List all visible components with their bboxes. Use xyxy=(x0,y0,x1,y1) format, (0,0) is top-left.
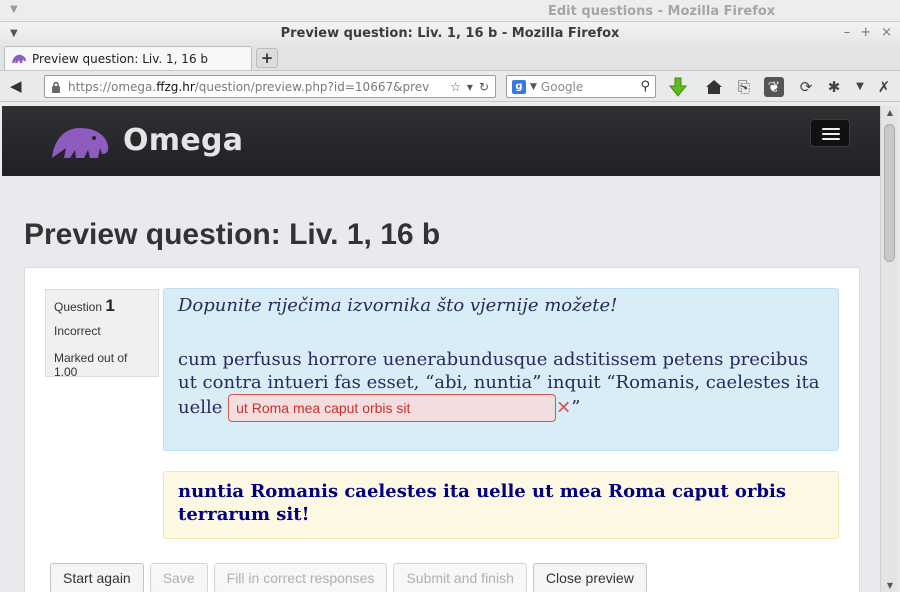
search-bar[interactable]: g ▼ Google ⚲ xyxy=(506,75,656,98)
evernote-icon[interactable]: ❦ xyxy=(764,77,784,97)
search-icon[interactable]: ⚲ xyxy=(640,79,650,94)
background-window-titlebar: ▼ Edit questions - Mozilla Firefox xyxy=(0,0,900,22)
preview-controls: Start again Save Fill in correct respons… xyxy=(50,563,647,592)
incorrect-cross-icon: ✕ xyxy=(556,397,572,419)
hamburger-bar xyxy=(822,138,840,140)
question-grade: Marked out of 1.00 xyxy=(54,351,128,379)
home-icon[interactable] xyxy=(704,77,724,97)
scroll-down-arrow-icon[interactable]: ▼ xyxy=(881,581,899,590)
close-window-button[interactable]: × xyxy=(881,25,892,40)
new-tab-button[interactable]: + xyxy=(256,48,278,68)
page-viewport: Omega Preview question: Liv. 1, 16 b Que… xyxy=(2,106,880,592)
navigation-toolbar: ◀ https://omega.ffzg.hr/question/preview… xyxy=(0,70,900,102)
answer-input[interactable]: ut Roma mea caput orbis sit xyxy=(228,394,557,422)
url-text: https://omega.ffzg.hr/question/preview.p… xyxy=(68,80,444,94)
tab-preview-question[interactable]: Preview question: Liv. 1, 16 b xyxy=(4,46,252,70)
scroll-up-arrow-icon[interactable]: ▲ xyxy=(881,108,899,117)
history-dropdown-icon[interactable]: ▾ xyxy=(467,80,473,94)
scrollbar-thumb[interactable] xyxy=(884,124,895,262)
overflow-dropdown-icon[interactable]: ▼ xyxy=(850,77,870,97)
url-domain: ffzg.hr xyxy=(156,79,195,94)
maximize-button[interactable]: + xyxy=(860,25,871,40)
tab-label: Preview question: Liv. 1, 16 b xyxy=(32,51,209,66)
tools-icon[interactable]: ✗ xyxy=(874,77,894,97)
vertical-scrollbar[interactable]: ▲ ▼ xyxy=(880,106,898,592)
question-number-value: 1 xyxy=(105,296,115,315)
question-label: Question xyxy=(54,300,103,314)
back-arrow-icon[interactable]: ◀ xyxy=(10,77,22,95)
minimize-button[interactable]: – xyxy=(844,25,851,40)
question-card: Question 1 Incorrect Marked out of 1.00 … xyxy=(24,267,860,592)
download-arrow-icon[interactable] xyxy=(668,77,688,97)
window-controls: – + × xyxy=(844,25,892,40)
question-number: Question 1 xyxy=(54,296,150,316)
background-window-title: Edit questions - Mozilla Firefox xyxy=(548,4,776,19)
question-info: Question 1 Incorrect Marked out of 1.00 xyxy=(45,289,159,379)
window-title: Preview question: Liv. 1, 16 b - Mozilla… xyxy=(280,26,620,41)
sync-icon[interactable]: ⟳ xyxy=(796,77,816,97)
site-header: Omega xyxy=(2,106,880,176)
hamburger-bar xyxy=(822,133,840,135)
url-prefix: https://omega. xyxy=(68,79,157,94)
question-text: cum perfusus horrore uenerabundusque ads… xyxy=(178,348,824,422)
question-state: Incorrect xyxy=(54,324,101,338)
close-preview-button[interactable]: Close preview xyxy=(532,563,647,592)
window-menu-icon[interactable]: ▼ xyxy=(10,4,18,15)
fill-correct-responses-button[interactable]: Fill in correct responses xyxy=(213,563,388,592)
hamburger-menu-button[interactable] xyxy=(810,119,850,147)
question-formulation: Dopunite riječima izvornika što vjernije… xyxy=(163,288,839,451)
start-again-button[interactable]: Start again xyxy=(50,563,144,592)
search-input[interactable]: Google xyxy=(541,80,641,94)
tab-bar: Preview question: Liv. 1, 16 b + xyxy=(0,46,900,70)
omega-favicon-icon xyxy=(12,54,26,63)
search-engine-dropdown-icon[interactable]: ▼ xyxy=(530,82,537,92)
question-text-after: ” xyxy=(571,397,581,418)
save-button[interactable]: Save xyxy=(149,563,208,592)
addon-icon[interactable]: ⎘ xyxy=(734,77,754,97)
url-path: /question/preview.php?id=10667&prev xyxy=(194,79,430,94)
correct-answer-feedback: nuntia Romanis caelestes ita uelle ut me… xyxy=(163,471,839,539)
bookmark-star-icon[interactable]: ☆ xyxy=(450,80,461,94)
window-titlebar: ▼ Preview question: Liv. 1, 16 b - Mozil… xyxy=(0,22,900,46)
lock-icon xyxy=(52,81,60,93)
page-title: Preview question: Liv. 1, 16 b xyxy=(24,218,441,251)
omega-elephant-logo-icon[interactable] xyxy=(50,124,112,160)
site-brand[interactable]: Omega xyxy=(123,123,243,158)
hamburger-bar xyxy=(822,128,840,130)
url-bar[interactable]: https://omega.ffzg.hr/question/preview.p… xyxy=(44,75,496,98)
question-instruction: Dopunite riječima izvornika što vjernije… xyxy=(178,295,618,316)
extension-icon[interactable]: ✱ xyxy=(824,77,844,97)
submit-and-finish-button[interactable]: Submit and finish xyxy=(393,563,527,592)
reload-icon[interactable]: ↻ xyxy=(479,80,489,94)
google-engine-icon[interactable]: g xyxy=(512,79,526,94)
